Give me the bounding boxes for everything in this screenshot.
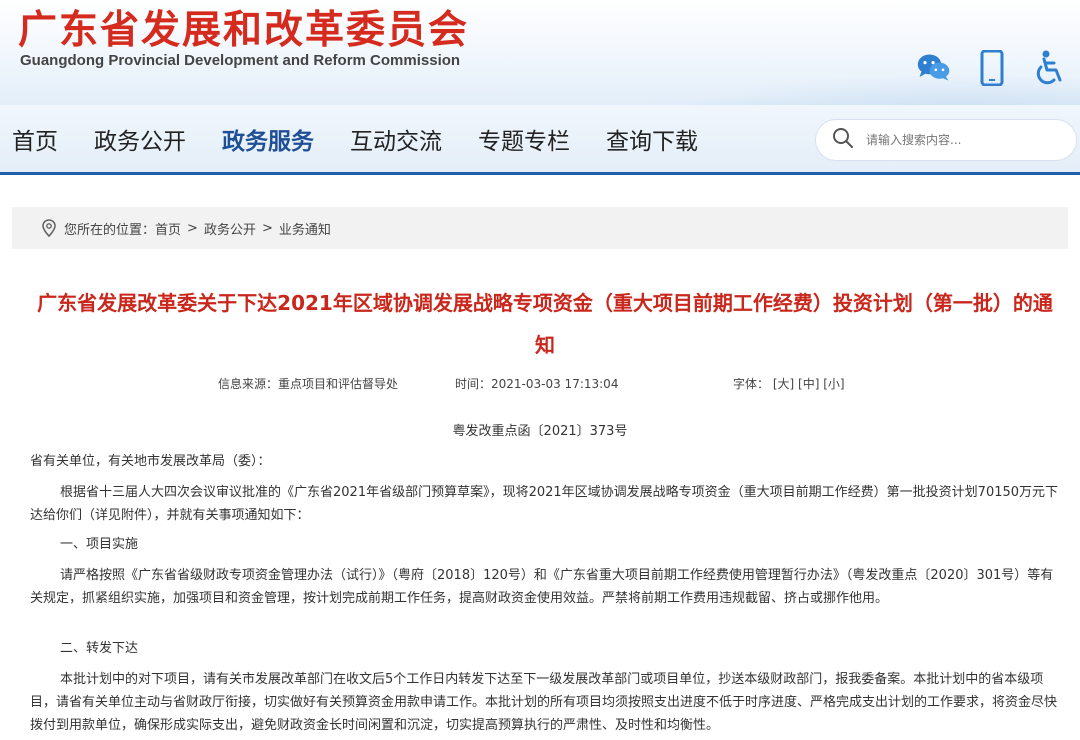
nav-item-topics[interactable]: 专题专栏 <box>478 122 570 156</box>
nav-item-home[interactable]: 首页 <box>12 122 58 156</box>
intro-paragraph: 根据省十三届人大四次会议审议批准的《广东省2021年省级部门预算草案》，现将20… <box>30 485 1059 523</box>
nav-item-downloads[interactable]: 查询下载 <box>606 122 698 156</box>
main-nav: 首页 政务公开 政务服务 互动交流 专题专栏 查询下载 <box>0 105 1080 175</box>
nav-item-services[interactable]: 政务服务 <box>222 122 314 156</box>
mobile-icon[interactable] <box>974 50 1010 86</box>
search-box[interactable] <box>815 119 1077 161</box>
section2-paragraph: 本批计划中的对下项目，请有关市发展改革部门在收文后5个工作日内转发下达至下一级发… <box>30 672 1058 733</box>
breadcrumb-separator: > <box>261 220 273 236</box>
site-title[interactable]: 广东省发展和改革委员会 <box>18 6 469 56</box>
article-time: 时间：2021-03-03 17:13:04 <box>455 377 619 391</box>
greeting: 省有关单位，有关地市发展改革局（委）： <box>30 454 271 469</box>
article-title: 广东省发展改革委关于下达2021年区域协调发展战略专项资金（重大项目前期工作经费… <box>37 291 1053 357</box>
header-tools <box>916 50 1068 86</box>
breadcrumb: 您所在的位置： 首页 > 政务公开 > 业务通知 <box>12 207 1068 249</box>
breadcrumb-home[interactable]: 首页 <box>155 219 181 238</box>
wechat-icon[interactable] <box>916 50 952 86</box>
section2-heading: 二、转发下达 <box>60 641 139 656</box>
font-size-controls: 字体： [大] [中] [小] <box>733 375 845 392</box>
breadcrumb-notices[interactable]: 业务通知 <box>279 219 331 238</box>
location-pin-icon <box>42 219 56 237</box>
section1-paragraph: 请严格按照《广东省省级财政专项资金管理办法（试行）》（粤府〔2018〕120号）… <box>30 568 1054 606</box>
font-size-large-button[interactable]: [大] <box>773 377 794 391</box>
header-banner: 广东省发展和改革委员会 Guangdong Provincial Develop… <box>0 0 1080 105</box>
font-size-label: 字体： <box>733 377 770 391</box>
article-source: 信息来源：重点项目和评估督导处 <box>218 377 399 391</box>
section1-heading: 一、项目实施 <box>60 537 139 552</box>
search-icon[interactable] <box>832 127 854 153</box>
font-size-small-button[interactable]: [小] <box>823 377 844 391</box>
font-size-medium-button[interactable]: [中] <box>798 377 819 391</box>
accessibility-icon[interactable] <box>1032 50 1068 86</box>
nav-item-interaction[interactable]: 互动交流 <box>350 122 442 156</box>
nav-items: 首页 政务公开 政务服务 互动交流 专题专栏 查询下载 <box>12 105 734 172</box>
search-input[interactable] <box>866 133 1056 147</box>
breadcrumb-separator: > <box>187 220 198 236</box>
breadcrumb-public-affairs[interactable]: 政务公开 <box>204 219 256 238</box>
nav-item-public-affairs[interactable]: 政务公开 <box>94 122 186 156</box>
breadcrumb-prefix: 您所在的位置： <box>64 222 156 238</box>
site-subtitle: Guangdong Provincial Development and Ref… <box>20 52 461 69</box>
document-number: 粤发改重点函〔2021〕373号 <box>452 424 628 439</box>
